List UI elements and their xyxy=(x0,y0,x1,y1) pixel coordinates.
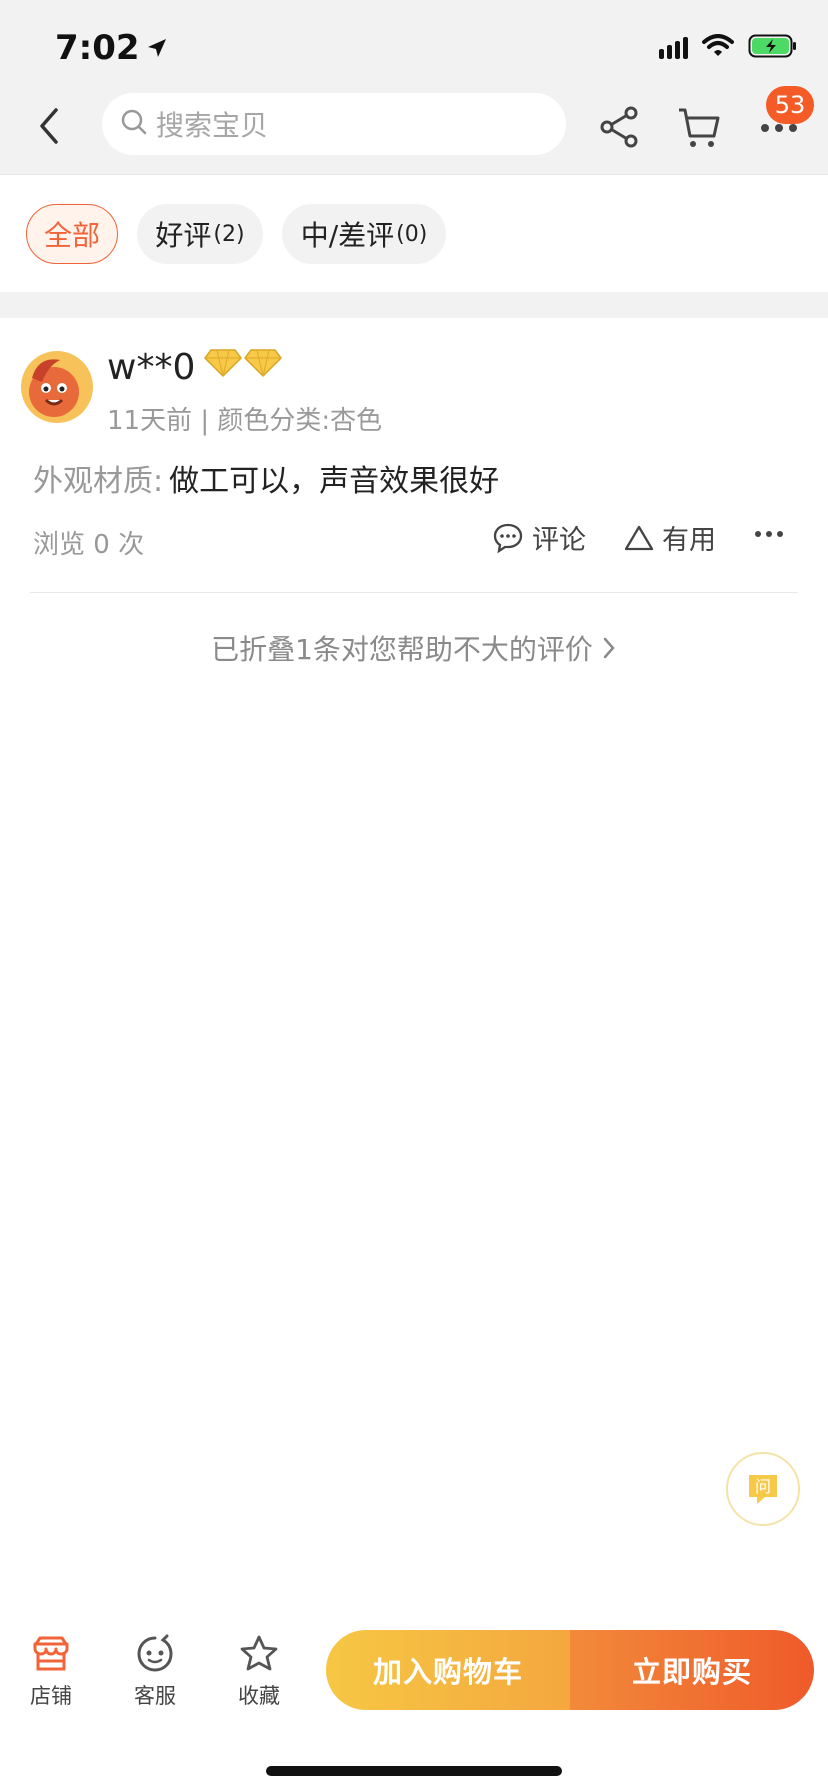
location-arrow-icon xyxy=(146,37,168,59)
customer-service-icon xyxy=(137,1634,173,1672)
review-meta: 11天前 | 颜色分类:杏色 xyxy=(107,406,383,436)
wifi-icon xyxy=(702,34,734,62)
status-indicators xyxy=(659,34,798,62)
star-icon xyxy=(240,1635,278,1671)
status-time: 7:02 xyxy=(55,28,168,68)
filter-label: 好评 xyxy=(155,219,212,252)
folded-notice-text: 已折叠1条对您帮助不大的评价 xyxy=(211,633,593,666)
diamond-icon xyxy=(203,346,283,389)
review-filter-bar: 全部 好评 (2) 中/差评 (0) xyxy=(0,176,828,292)
review-content-text: 做工可以，声音效果很好 xyxy=(169,464,500,499)
comment-label: 评论 xyxy=(532,525,586,556)
cart-button[interactable] xyxy=(676,104,722,150)
review-content-label: 外观材质: xyxy=(33,464,164,499)
thumbs-up-triangle-icon xyxy=(624,525,654,550)
review-more-button[interactable] xyxy=(752,524,786,544)
view-count: 浏览 0 次 xyxy=(33,530,145,560)
home-indicator[interactable] xyxy=(266,1766,562,1776)
review-content: 外观材质: 做工可以，声音效果很好 xyxy=(33,456,499,500)
chevron-right-icon xyxy=(603,637,615,659)
search-icon xyxy=(120,108,148,140)
store-tab[interactable]: 店铺 xyxy=(6,1634,96,1710)
filter-count: (2) xyxy=(213,221,245,247)
comment-icon xyxy=(493,523,523,553)
more-dots-icon xyxy=(755,531,783,537)
top-bar: 7:02 搜索宝贝 53 xyxy=(0,0,828,175)
filter-count: (0) xyxy=(396,221,428,247)
ask-label: 问 xyxy=(755,1477,771,1496)
filter-label: 中/差评 xyxy=(300,219,395,252)
section-separator xyxy=(0,292,828,318)
folded-reviews-link[interactable]: 已折叠1条对您帮助不大的评价 xyxy=(0,628,828,668)
username: w**0 xyxy=(107,347,196,388)
back-button[interactable] xyxy=(34,104,66,154)
ask-question-button[interactable]: 问 xyxy=(726,1452,800,1526)
filter-all[interactable]: 全部 xyxy=(26,204,118,264)
favorite-tab[interactable]: 收藏 xyxy=(214,1634,304,1710)
review-user: w**0 xyxy=(107,346,283,389)
comment-button[interactable]: 评论 xyxy=(492,518,586,557)
chevron-left-icon xyxy=(40,108,58,144)
filter-positive[interactable]: 好评 (2) xyxy=(137,204,263,264)
battery-charging-icon xyxy=(748,34,798,62)
purchase-buttons: 加入购物车 立即购买 xyxy=(326,1630,814,1710)
share-icon xyxy=(600,106,638,148)
filter-label: 全部 xyxy=(44,219,101,252)
status-time-text: 7:02 xyxy=(55,28,140,68)
favorite-label: 收藏 xyxy=(238,1684,280,1708)
store-icon xyxy=(33,1636,69,1671)
avatar[interactable] xyxy=(18,348,96,426)
search-input[interactable]: 搜索宝贝 xyxy=(102,93,566,155)
share-button[interactable] xyxy=(597,104,643,150)
bottom-action-bar: 店铺 客服 收藏 加入购物车 立即购买 xyxy=(0,1618,828,1728)
useful-button[interactable]: 有用 xyxy=(624,518,716,557)
store-label: 店铺 xyxy=(30,1684,72,1708)
add-to-cart-button[interactable]: 加入购物车 xyxy=(326,1630,570,1710)
buy-now-button[interactable]: 立即购买 xyxy=(570,1630,814,1710)
divider xyxy=(30,592,798,593)
search-placeholder: 搜索宝贝 xyxy=(156,109,269,142)
service-label: 客服 xyxy=(134,1684,176,1708)
cart-icon xyxy=(679,108,720,147)
useful-label: 有用 xyxy=(662,525,716,556)
question-bubble-icon: 问 xyxy=(749,1475,777,1504)
filter-neutral-negative[interactable]: 中/差评 (0) xyxy=(282,204,446,264)
customer-service-tab[interactable]: 客服 xyxy=(110,1634,200,1710)
message-badge: 53 xyxy=(766,86,814,124)
cellular-signal-icon xyxy=(659,37,688,59)
